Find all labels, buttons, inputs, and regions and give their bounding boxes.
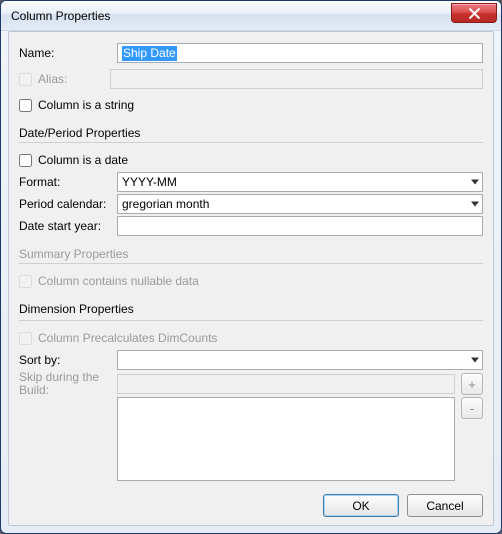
column-is-string-checkbox[interactable]: Column is a string bbox=[19, 98, 134, 112]
dimension-section: Dimension Properties Column Precalculate… bbox=[19, 302, 483, 482]
cancel-button[interactable]: Cancel bbox=[407, 494, 483, 517]
nullable-row: Column contains nullable data bbox=[19, 270, 483, 292]
name-value: Ship Date bbox=[122, 46, 177, 61]
nullable-checkbox: Column contains nullable data bbox=[19, 274, 199, 288]
add-button[interactable]: + bbox=[461, 373, 483, 395]
format-value: YYYY-MM bbox=[122, 175, 177, 189]
precalc-row: Column Precalculates DimCounts bbox=[19, 327, 483, 349]
name-field[interactable]: Ship Date bbox=[117, 43, 483, 63]
precalc-label: Column Precalculates DimCounts bbox=[38, 331, 217, 345]
start-year-field[interactable] bbox=[117, 216, 483, 236]
date-row: Column is a date bbox=[19, 149, 483, 171]
start-year-label: Date start year: bbox=[19, 219, 111, 233]
nullable-input bbox=[19, 275, 32, 288]
date-period-section: Date/Period Properties Column is a date … bbox=[19, 126, 483, 237]
name-label: Name: bbox=[19, 46, 111, 60]
period-calendar-value: gregorian month bbox=[122, 197, 209, 211]
client-area: Name: Ship Date Alias: Column is a strin… bbox=[8, 31, 494, 526]
alias-label: Alias: bbox=[38, 72, 104, 86]
period-calendar-row: Period calendar: gregorian month bbox=[19, 193, 483, 215]
alias-field bbox=[110, 69, 483, 89]
column-is-date-input[interactable] bbox=[19, 154, 32, 167]
skip-list[interactable] bbox=[117, 397, 455, 481]
format-row: Format: YYYY-MM bbox=[19, 171, 483, 193]
skip-build-row: Skip during the Build: + bbox=[19, 371, 483, 397]
plus-icon: + bbox=[468, 377, 476, 392]
string-row: Column is a string bbox=[19, 94, 483, 116]
alias-checkbox: Alias: bbox=[19, 72, 104, 86]
divider bbox=[19, 142, 483, 143]
column-is-string-input[interactable] bbox=[19, 99, 32, 112]
titlebar: Column Properties bbox=[1, 1, 501, 31]
divider bbox=[19, 320, 483, 321]
summary-section: Summary Properties Column contains nulla… bbox=[19, 247, 483, 292]
divider bbox=[19, 263, 483, 264]
skip-build-field bbox=[117, 374, 455, 394]
cancel-label: Cancel bbox=[426, 499, 463, 513]
column-is-date-label: Column is a date bbox=[38, 153, 128, 167]
period-calendar-label: Period calendar: bbox=[19, 197, 111, 211]
window-title: Column Properties bbox=[11, 9, 451, 23]
dimension-title: Dimension Properties bbox=[19, 302, 483, 316]
format-combo[interactable]: YYYY-MM bbox=[117, 172, 483, 192]
skip-list-row: - bbox=[19, 397, 483, 481]
remove-button[interactable]: - bbox=[461, 397, 483, 419]
ok-button[interactable]: OK bbox=[323, 494, 399, 517]
column-is-string-label: Column is a string bbox=[38, 98, 134, 112]
close-icon bbox=[469, 8, 480, 19]
nullable-label: Column contains nullable data bbox=[38, 274, 199, 288]
chevron-down-icon bbox=[471, 180, 479, 185]
ok-label: OK bbox=[352, 499, 369, 513]
start-year-row: Date start year: bbox=[19, 215, 483, 237]
name-row: Name: Ship Date bbox=[19, 42, 483, 64]
footer: OK Cancel bbox=[19, 486, 483, 517]
alias-checkbox-input bbox=[19, 73, 32, 86]
precalc-checkbox: Column Precalculates DimCounts bbox=[19, 331, 217, 345]
alias-row: Alias: bbox=[19, 68, 483, 90]
period-calendar-combo[interactable]: gregorian month bbox=[117, 194, 483, 214]
column-is-date-checkbox[interactable]: Column is a date bbox=[19, 153, 128, 167]
summary-title: Summary Properties bbox=[19, 247, 483, 261]
chevron-down-icon bbox=[471, 202, 479, 207]
date-period-title: Date/Period Properties bbox=[19, 126, 483, 140]
chevron-down-icon bbox=[471, 358, 479, 363]
precalc-input bbox=[19, 332, 32, 345]
skip-build-label: Skip during the Build: bbox=[19, 371, 111, 397]
minus-icon: - bbox=[470, 401, 474, 416]
sortby-combo[interactable] bbox=[117, 350, 483, 370]
format-label: Format: bbox=[19, 175, 111, 189]
close-button[interactable] bbox=[451, 3, 497, 23]
dialog-window: Column Properties Name: Ship Date Alias:… bbox=[0, 0, 502, 534]
sortby-label: Sort by: bbox=[19, 353, 111, 367]
sortby-row: Sort by: bbox=[19, 349, 483, 371]
